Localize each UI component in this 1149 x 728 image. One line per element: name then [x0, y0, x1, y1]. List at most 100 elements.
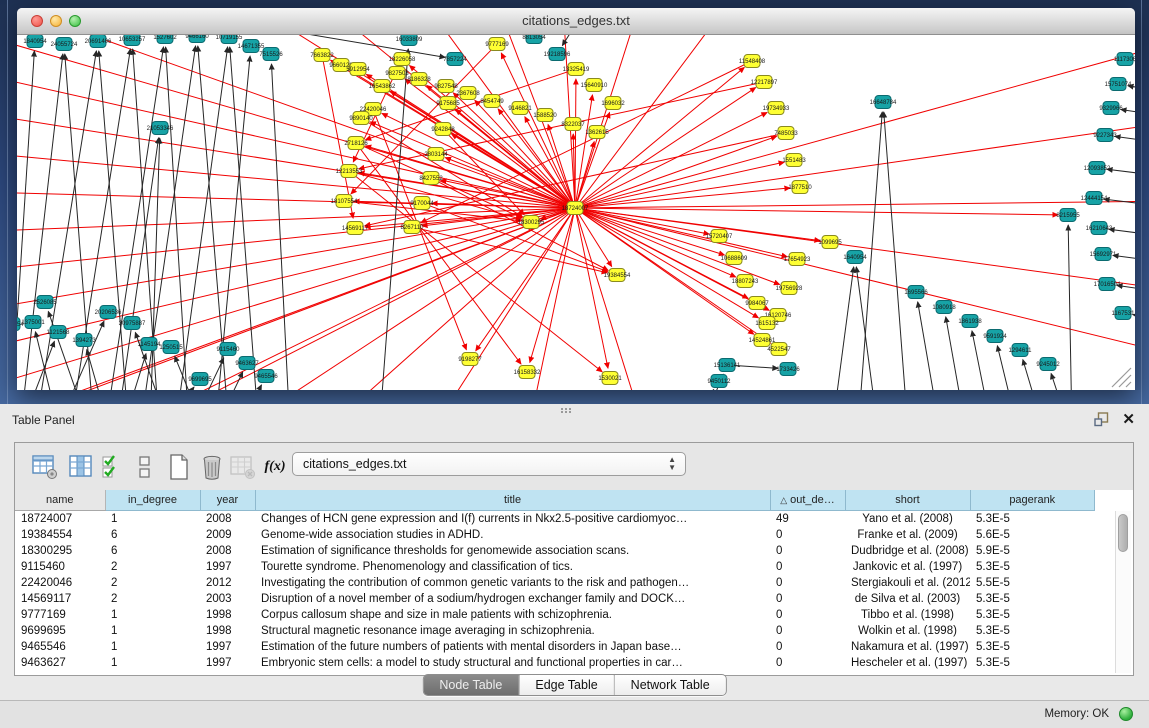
float-panel-icon[interactable]	[1094, 412, 1109, 427]
function-builder-icon[interactable]: f(x)	[261, 453, 289, 481]
close-panel-icon[interactable]: ✕	[1122, 410, 1135, 428]
graph-node-label: 19384554	[604, 273, 631, 279]
column-header-name[interactable]: name	[15, 490, 105, 511]
column-header-short[interactable]: short	[845, 490, 970, 511]
graph-edge[interactable]	[17, 210, 569, 390]
graph-edge[interactable]	[1068, 225, 1072, 390]
table-cell: 5.9E-5	[970, 543, 1095, 559]
graph-edge[interactable]	[575, 79, 576, 202]
table-cell: Nakamura et al. (1997)	[845, 639, 970, 655]
memory-status-indicator[interactable]	[1119, 707, 1133, 721]
graph-edge[interactable]	[17, 209, 569, 317]
scrollbar-thumb[interactable]	[1118, 514, 1128, 552]
tab-network-table[interactable]: Network Table	[614, 675, 726, 695]
graph-edge[interactable]	[946, 317, 966, 390]
graph-edge[interactable]	[228, 385, 261, 390]
table-row[interactable]: 1830029562008Estimation of significance …	[15, 543, 1095, 559]
graph-edge[interactable]	[17, 210, 569, 390]
graph-edge[interactable]	[418, 228, 607, 272]
graph-edge[interactable]	[581, 136, 777, 206]
graph-edge[interactable]	[48, 311, 90, 390]
network-window-titlebar[interactable]: citations_edges.txt	[17, 8, 1135, 35]
graph-node-label: 15720407	[706, 234, 733, 240]
graph-node-label: 9591924	[983, 334, 1007, 340]
graph-edge[interactable]	[581, 201, 1135, 208]
tab-edge-table[interactable]: Edge Table	[518, 675, 613, 695]
graph-node-label: 2526085	[33, 300, 57, 306]
graph-edge[interactable]	[581, 41, 1135, 206]
graph-edge[interactable]	[576, 95, 593, 202]
show-columns-icon[interactable]	[67, 453, 95, 481]
graph-edge[interactable]	[530, 214, 574, 363]
graph-edge[interactable]	[581, 208, 1058, 215]
table-row[interactable]: 1938455462009Genome-wide association stu…	[15, 527, 1095, 543]
graph-edge[interactable]	[576, 214, 608, 368]
graph-edge[interactable]	[562, 35, 600, 46]
graph-node-label: 18807243	[732, 279, 759, 285]
graph-edge[interactable]	[1104, 199, 1135, 207]
graph-edge[interactable]	[1109, 229, 1135, 237]
graph-edge[interactable]	[1107, 169, 1135, 177]
graph-edge[interactable]	[198, 46, 230, 390]
table-vertical-scrollbar[interactable]	[1115, 511, 1131, 673]
column-header-pagerank[interactable]: pagerank	[970, 490, 1095, 511]
table-cell: Embryonic stem cells: a model to study s…	[255, 655, 770, 671]
graph-edge[interactable]	[215, 56, 250, 390]
table-cell: 0	[770, 591, 845, 607]
table-row[interactable]: 977716911998Corpus callosum shape and si…	[15, 607, 1095, 623]
table-selector-dropdown[interactable]: citations_edges.txt ▲▼	[292, 452, 686, 476]
row-height-icon[interactable]	[131, 453, 159, 481]
table-cell: 0	[770, 527, 845, 543]
column-header-title[interactable]: title	[255, 490, 770, 511]
network-canvas[interactable]: 1872400776638229660128591295418226058982…	[17, 35, 1135, 390]
graph-edge[interactable]	[17, 51, 34, 390]
table-row[interactable]: 969969511998Structural magnetic resonanc…	[15, 623, 1095, 639]
table-settings-icon[interactable]	[31, 453, 59, 481]
table-row[interactable]: 946362711997Embryonic stem cells: a mode…	[15, 655, 1095, 671]
graph-edge[interactable]	[272, 64, 290, 390]
graph-edge[interactable]	[1051, 374, 1070, 390]
new-table-icon[interactable]	[165, 453, 193, 481]
graph-edge[interactable]	[40, 211, 570, 390]
graph-edge[interactable]	[1121, 110, 1135, 117]
table-cell: 0	[770, 639, 845, 655]
graph-node-label: 1877510	[788, 185, 812, 191]
graph-edge[interactable]	[230, 47, 260, 390]
graph-edge[interactable]	[365, 71, 570, 140]
graph-edge[interactable]	[577, 214, 660, 390]
table-row[interactable]: 2242004622012Investigating the contribut…	[15, 575, 1095, 591]
graph-edge[interactable]	[581, 162, 784, 207]
graph-edge[interactable]	[579, 35, 760, 203]
graph-edge[interactable]	[175, 47, 228, 390]
delete-attributes-icon[interactable]	[198, 453, 226, 481]
graph-node-label: 9170044	[410, 201, 434, 207]
graph-edge[interactable]	[17, 209, 569, 359]
graph-edge[interactable]	[375, 115, 466, 350]
graph-edge[interactable]	[17, 210, 569, 390]
column-header-year[interactable]: year	[200, 490, 255, 511]
table-row[interactable]: 946554611997Estimation of the future num…	[15, 639, 1095, 655]
table-row[interactable]: 1872400712008Changes of HCN gene express…	[15, 511, 1095, 528]
table-cell: Investigating the contribution of common…	[255, 575, 770, 591]
table-row[interactable]: 911546021997Tourette syndrome. Phenomeno…	[15, 559, 1095, 575]
table-cell: 5.6E-5	[970, 527, 1095, 543]
table-cell: 2	[105, 591, 200, 607]
table-row[interactable]: 1456911722003Disruption of a novel membe…	[15, 591, 1095, 607]
graph-edge[interactable]	[1115, 136, 1135, 144]
table-cell: 9465546	[15, 639, 105, 655]
graph-edge[interactable]	[400, 213, 572, 390]
panel-splitter-handle[interactable]	[560, 398, 576, 405]
graph-edge[interactable]	[832, 267, 854, 390]
graph-node-label: 8427552	[419, 176, 443, 182]
graph-edge[interactable]	[17, 107, 569, 207]
graph-edge[interactable]	[688, 389, 714, 390]
window-resize-grip[interactable]	[1112, 368, 1131, 387]
select-rows-icon[interactable]	[100, 453, 128, 481]
column-header-in_degree[interactable]: in_degree	[105, 490, 200, 511]
graph-edge[interactable]	[20, 54, 63, 390]
graph-edge[interactable]	[918, 302, 940, 390]
tab-node-table[interactable]: Node Table	[423, 675, 518, 695]
column-header-out_de[interactable]: △out_de…	[770, 490, 845, 511]
graph-edge[interactable]	[856, 267, 878, 390]
graph-edge[interactable]	[166, 47, 190, 390]
